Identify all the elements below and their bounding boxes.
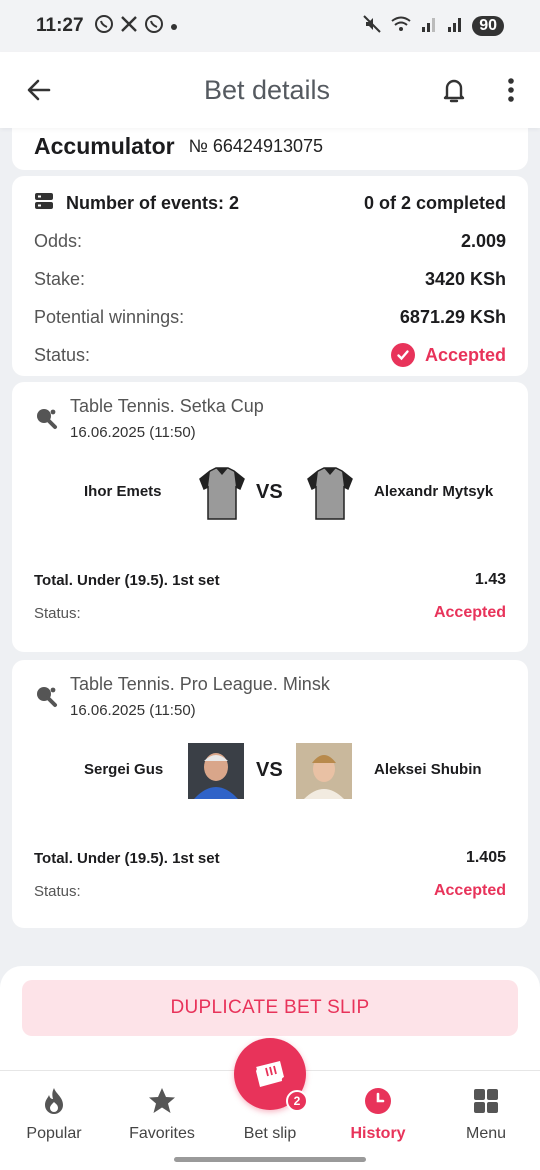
event-card[interactable]: Table Tennis. Pro League. Minsk 16.06.20… — [12, 660, 528, 928]
battery-indicator: 90 — [472, 16, 504, 36]
wifi-icon — [390, 15, 412, 37]
star-icon — [147, 1085, 177, 1117]
check-circle-icon — [390, 343, 415, 367]
notifications-button[interactable] — [426, 52, 482, 128]
winnings-label: Potential winnings: — [34, 306, 185, 327]
nav-history-label: History — [350, 1125, 406, 1142]
event-date: 16.06.2025 (11:50) — [70, 424, 196, 441]
teams-row: Sergei Gus VS Aleksei Shubin — [34, 741, 506, 801]
clock-icon — [364, 1085, 392, 1117]
odds-value: 2.009 — [460, 230, 506, 251]
events-count: Number of events: 2 — [66, 192, 240, 213]
events-completed: 0 of 2 completed — [363, 192, 506, 213]
mute-icon — [362, 14, 382, 38]
event-status-row: Status: Accepted — [34, 595, 506, 631]
odds-label: Odds: — [34, 230, 83, 251]
nav-favorites[interactable]: Favorites — [108, 1071, 216, 1170]
winnings-row: Potential winnings: 6871.29 KSh — [34, 298, 506, 336]
flame-icon — [41, 1085, 67, 1117]
bet-type: Accumulator — [34, 132, 175, 159]
teams-row: Ihor Emets VS Alexandr Mytsyk — [34, 463, 506, 523]
team2-name: Alexandr Mytsyk — [374, 483, 494, 500]
league-name: Table Tennis. Setka Cup — [70, 396, 264, 416]
more-options-button[interactable] — [482, 52, 540, 128]
whatsapp-icon — [144, 14, 164, 39]
team2-name: Aleksei Shubin — [374, 761, 482, 778]
bet-summary-card: Number of events: 2 0 of 2 completed Odd… — [12, 176, 528, 376]
more-vertical-icon — [508, 78, 514, 102]
team1-avatar — [188, 743, 244, 799]
x-app-icon — [120, 15, 138, 38]
stake-value: 3420 KSh — [424, 268, 506, 289]
bet-header-card: Accumulator № 66424913075 — [12, 122, 528, 170]
page-title: Bet details — [203, 74, 331, 105]
status-row: Status: Accepted — [34, 336, 506, 374]
bet-number: № 66424913075 — [188, 135, 324, 156]
team1-name: Ihor Emets — [84, 483, 162, 500]
stake-label: Stake: — [34, 268, 86, 289]
winnings-value: 6871.29 KSh — [399, 306, 506, 327]
nav-history[interactable]: History — [324, 1071, 432, 1170]
events-list-icon — [34, 191, 54, 216]
events-row: Number of events: 2 0 of 2 completed — [34, 184, 506, 222]
team1-name: Sergei Gus — [84, 761, 164, 778]
status-time: 11:27 — [36, 15, 84, 36]
signal-icon — [446, 15, 464, 37]
market-odd: 1.43 — [474, 571, 506, 588]
stake-row: Stake: 3420 KSh — [34, 260, 506, 298]
table-tennis-icon — [34, 406, 58, 430]
market-row: Total. Under (19.5). 1st set 1.405 — [34, 843, 506, 873]
duplicate-bet-slip-button[interactable]: DUPLICATE BET SLIP — [22, 980, 518, 1036]
nav-betslip-label: Bet slip — [243, 1125, 297, 1142]
nav-favorites-label: Favorites — [129, 1125, 195, 1142]
ticket-icon — [256, 1061, 284, 1087]
betslip-count-badge: 2 — [286, 1090, 308, 1112]
back-button[interactable] — [0, 52, 78, 128]
whatsapp-icon — [94, 14, 114, 39]
nav-popular[interactable]: Popular — [0, 1071, 108, 1170]
nav-menu-label: Menu — [465, 1125, 507, 1142]
event-status-value: Accepted — [433, 882, 506, 899]
event-status-value: Accepted — [433, 604, 506, 621]
dot-icon — [170, 16, 178, 36]
home-indicator — [174, 1157, 366, 1162]
signal-icon — [420, 15, 438, 37]
event-status-row: Status: Accepted — [34, 873, 506, 909]
vs-label: VS — [256, 481, 283, 503]
status-label: Status: — [34, 344, 91, 365]
team2-jersey-icon — [302, 465, 358, 521]
status-badge: Accepted — [390, 343, 506, 367]
grid-icon — [473, 1085, 499, 1117]
bell-icon — [443, 79, 465, 103]
market-name: Total. Under (19.5). 1st set — [34, 849, 220, 867]
status-bar: 11:27 90 — [0, 0, 540, 52]
market-name: Total. Under (19.5). 1st set — [34, 571, 220, 589]
app-bar: Bet details — [0, 52, 540, 128]
market-odd: 1.405 — [465, 849, 506, 866]
status-value: Accepted — [424, 344, 506, 365]
event-card[interactable]: Table Tennis. Setka Cup 16.06.2025 (11:5… — [12, 382, 528, 652]
odds-row: Odds: 2.009 — [34, 222, 506, 260]
team1-jersey-icon — [194, 465, 250, 521]
nav-popular-label: Popular — [26, 1125, 82, 1142]
nav-menu[interactable]: Menu — [432, 1071, 540, 1170]
event-status-label: Status: — [34, 882, 81, 900]
event-date: 16.06.2025 (11:50) — [70, 702, 196, 719]
team2-avatar — [296, 743, 352, 799]
table-tennis-icon — [34, 684, 58, 708]
vs-label: VS — [256, 759, 283, 781]
market-row: Total. Under (19.5). 1st set 1.43 — [34, 565, 506, 595]
event-status-label: Status: — [34, 604, 81, 622]
league-name: Table Tennis. Pro League. Minsk — [70, 674, 330, 694]
arrow-left-icon — [27, 79, 51, 101]
